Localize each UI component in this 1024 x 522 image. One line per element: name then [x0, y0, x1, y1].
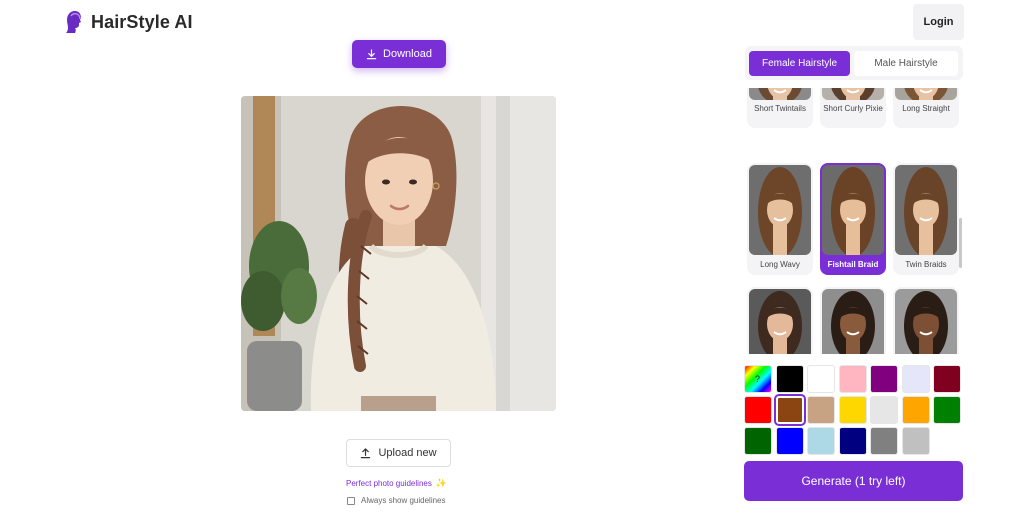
upload-icon: [361, 447, 371, 458]
color-swatch-black[interactable]: [776, 365, 804, 393]
hairstyle-thumbnail: [749, 88, 811, 100]
login-button[interactable]: Login: [913, 4, 964, 40]
gender-tabs: Female Hairstyle Male Hairstyle: [745, 46, 963, 80]
hairstyle-card[interactable]: Twin Braids: [893, 163, 959, 275]
upload-new-button[interactable]: Upload new: [346, 439, 451, 467]
color-swatch-navy[interactable]: [839, 427, 867, 455]
color-swatch-purple[interactable]: [870, 365, 898, 393]
download-button[interactable]: Download: [352, 40, 446, 68]
download-label: Download: [383, 48, 432, 60]
always-show-guidelines-checkbox[interactable]: Always show guidelines: [347, 496, 446, 505]
hairstyle-card[interactable]: Long Straight: [893, 88, 959, 128]
guidelines-link-label: Perfect photo guidelines: [346, 479, 432, 488]
always-show-label: Always show guidelines: [361, 496, 446, 505]
hairstyle-label: Fishtail Braid: [827, 260, 879, 269]
upload-label: Upload new: [378, 447, 437, 459]
hairstyle-card[interactable]: Short Curly Pixie: [820, 88, 886, 128]
hairstyle-thumbnail: [895, 88, 957, 100]
hairstyle-scrollbar[interactable]: [959, 218, 962, 268]
hairstyle-card[interactable]: [820, 287, 886, 354]
hairstyle-label: Short Curly Pixie: [823, 104, 883, 113]
hairstyle-card[interactable]: Long Wavy: [747, 163, 813, 275]
generate-button[interactable]: Generate (1 try left): [744, 461, 963, 501]
color-swatch-lavender[interactable]: [902, 365, 930, 393]
app-name: HairStyle AI: [91, 11, 193, 32]
color-swatch-light-blue[interactable]: [807, 427, 835, 455]
download-icon: [366, 48, 377, 59]
sparkles-icon: ✨: [435, 478, 448, 488]
color-swatch-blue[interactable]: [776, 427, 804, 455]
color-swatch-gray[interactable]: [870, 427, 898, 455]
color-swatch-dark-green[interactable]: [744, 427, 772, 455]
tab-female-hairstyle[interactable]: Female Hairstyle: [749, 50, 850, 76]
hairstyle-card[interactable]: Short Twintails: [747, 88, 813, 128]
app-logo[interactable]: HairStyle AI: [63, 10, 193, 34]
hairstyle-card[interactable]: [893, 287, 959, 354]
color-swatch-silver[interactable]: [870, 396, 898, 424]
hairstyle-label: Short Twintails: [754, 104, 806, 113]
checkbox-box[interactable]: [347, 496, 355, 505]
hairstyle-thumbnail: [749, 289, 811, 354]
hairstyle-thumbnail: [822, 289, 884, 354]
hairstyle-card[interactable]: Fishtail Braid: [820, 163, 886, 275]
color-swatch-pink[interactable]: [839, 365, 867, 393]
color-swatch-red[interactable]: [744, 396, 772, 424]
hairstyle-grid: Short Twintails Short Curly Pixie Long Str…: [744, 88, 964, 354]
question-mark-icon: ?: [755, 374, 761, 384]
color-swatch-light-gray[interactable]: [902, 427, 930, 455]
hairstyle-thumbnail: [749, 165, 811, 255]
hairstyle-thumbnail: [822, 88, 884, 100]
hairstyle-label: Twin Braids: [905, 260, 947, 269]
hairstyle-thumbnail: [895, 289, 957, 354]
color-swatch-light-brown[interactable]: [807, 396, 835, 424]
color-swatch-burgundy[interactable]: [933, 365, 961, 393]
color-swatch-brown[interactable]: [774, 394, 806, 426]
woman-silhouette-icon: [66, 11, 81, 33]
hairstyle-card[interactable]: [747, 287, 813, 354]
color-swatch-white[interactable]: [807, 365, 835, 393]
tab-male-hairstyle[interactable]: Male Hairstyle: [854, 50, 958, 76]
color-swatch-yellow[interactable]: [839, 396, 867, 424]
hairstyle-thumbnail: [822, 165, 884, 255]
hairstyle-label: Long Wavy: [760, 260, 800, 269]
color-swatch-green[interactable]: [933, 396, 961, 424]
color-swatch-orange[interactable]: [902, 396, 930, 424]
color-swatch-random[interactable]: ?: [744, 365, 772, 393]
hairstyle-thumbnail: [895, 165, 957, 255]
hairstyle-label: Long Straight: [902, 104, 950, 113]
photo-guidelines-link[interactable]: Perfect photo guidelines ✨: [346, 478, 447, 489]
uploaded-photo: [241, 96, 556, 411]
